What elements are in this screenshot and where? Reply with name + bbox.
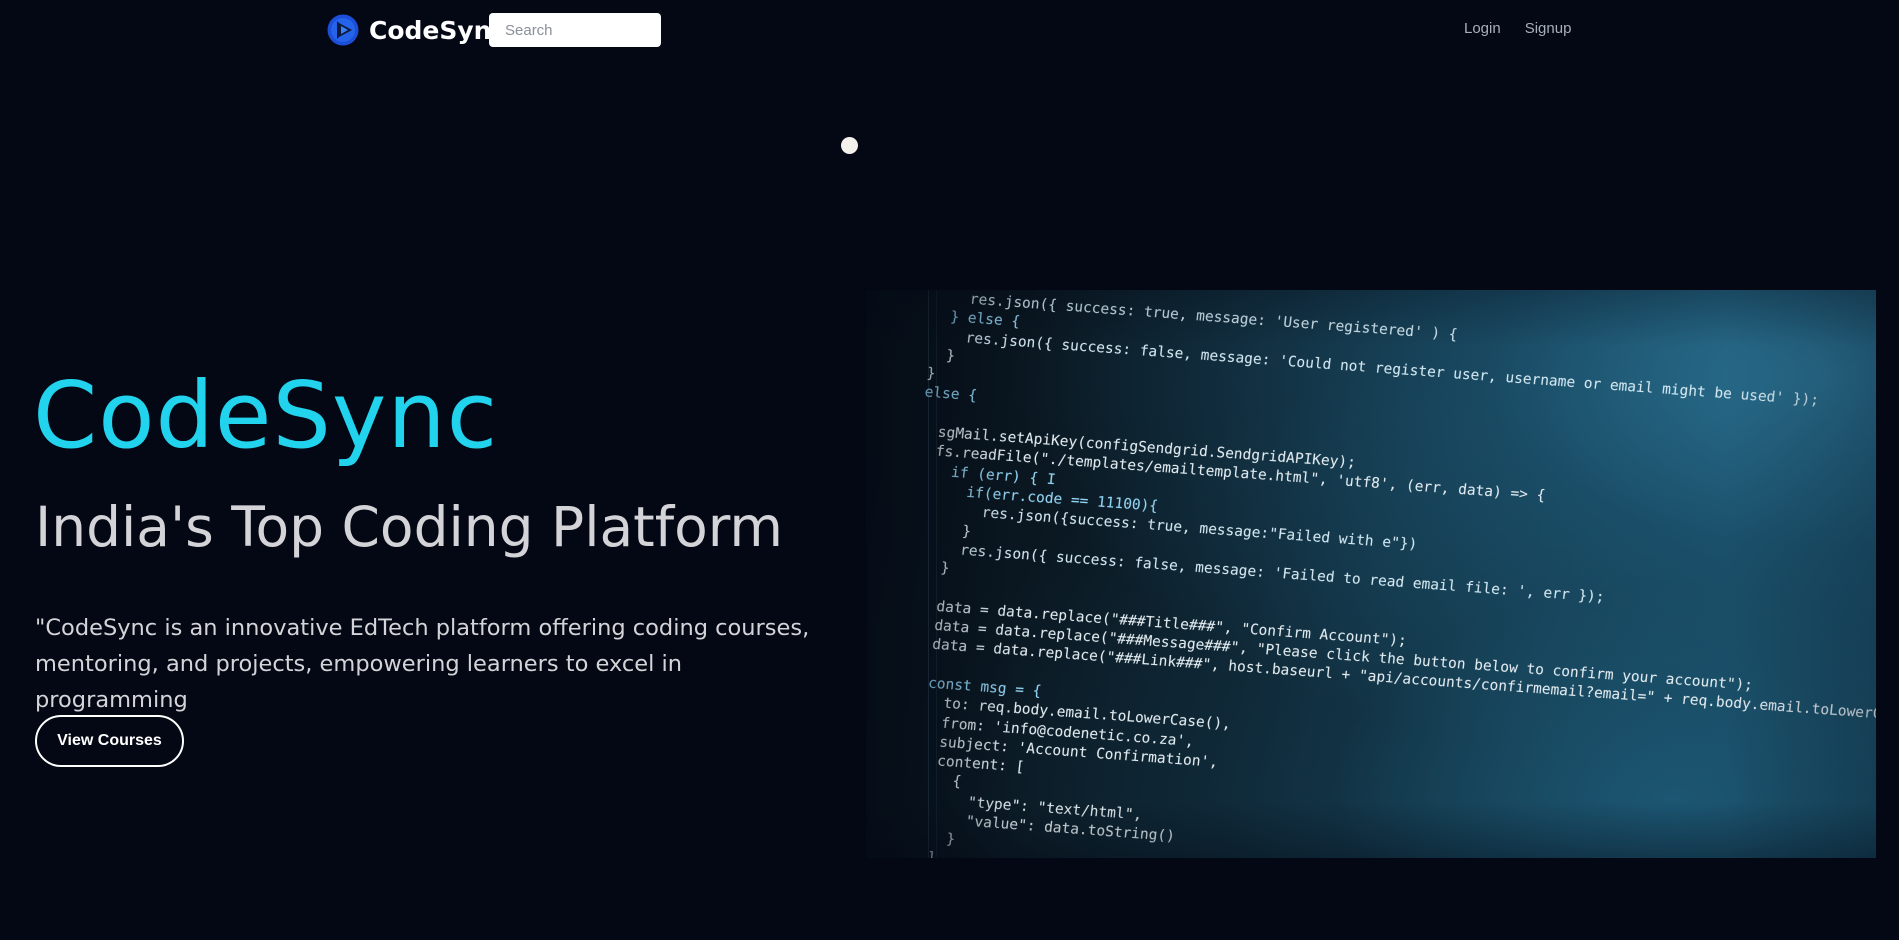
brand-name: CodeSync [369,15,507,45]
view-courses-button[interactable]: View Courses [35,715,184,767]
navbar: CodeSync Login Signup [0,0,1899,60]
brand-link[interactable]: CodeSync [327,14,506,46]
cursor-dot [841,137,858,154]
hero-description: "CodeSync is an innovative EdTech platfo… [35,615,810,713]
code-screenshot-image: res.json({ success: true, message: 'User… [866,290,1876,858]
login-link[interactable]: Login [1464,20,1501,37]
play-circle-logo-icon [327,14,359,46]
hero-subtitle: India's Top Coding Platform [35,495,783,559]
code-block: res.json({ success: true, message: 'User… [873,290,1876,858]
nav-links: Login Signup [1464,20,1571,37]
search-input[interactable] [489,13,661,47]
hero-title: CodeSync [33,362,499,469]
signup-link[interactable]: Signup [1525,20,1572,37]
